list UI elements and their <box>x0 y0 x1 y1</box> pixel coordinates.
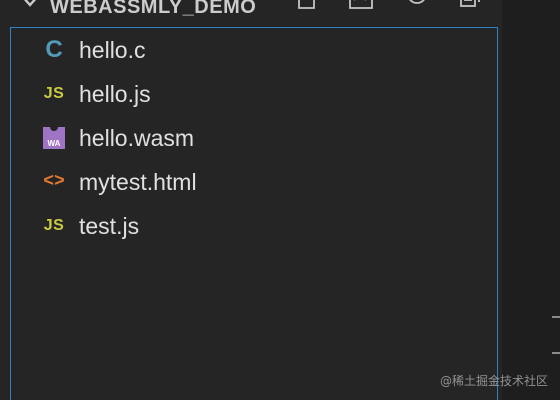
file-label: hello.js <box>79 81 151 107</box>
file-tree: C hello.c JS hello.js WA hello.wasm <> m… <box>10 27 498 400</box>
file-label: hello.wasm <box>79 125 195 151</box>
file-item-hello-js[interactable]: JS hello.js <box>11 72 497 116</box>
js-file-icon: JS <box>41 214 67 238</box>
js-file-icon: JS <box>41 82 67 106</box>
folder-name: WEBASSMLY_DEMO <box>50 0 257 18</box>
new-file-icon[interactable] <box>294 0 322 12</box>
file-label: mytest.html <box>79 169 197 195</box>
html-file-glyph: <> <box>43 172 65 192</box>
js-file-glyph: JS <box>43 85 65 102</box>
file-item-hello-c[interactable]: C hello.c <box>11 28 497 72</box>
collapse-all-icon[interactable] <box>458 0 486 12</box>
explorer-sidebar: WEBASSMLY_DEMO C hello.c JS hello.js WA … <box>0 0 502 400</box>
chevron-down-icon[interactable] <box>20 0 40 8</box>
editor-gutter-mark <box>552 316 560 318</box>
file-item-hello-wasm[interactable]: WA hello.wasm <box>11 116 497 160</box>
c-file-glyph: C <box>45 36 63 63</box>
wasm-file-icon: WA <box>41 126 67 150</box>
folder-header[interactable]: WEBASSMLY_DEMO <box>0 0 502 26</box>
editor-gutter-mark <box>552 352 560 354</box>
refresh-icon[interactable] <box>404 0 432 12</box>
svg-text:WA: WA <box>48 139 61 148</box>
new-folder-icon[interactable] <box>348 0 376 12</box>
js-file-glyph: JS <box>43 217 65 234</box>
c-file-icon: C <box>41 36 67 63</box>
file-item-test-js[interactable]: JS test.js <box>11 204 497 248</box>
file-label: test.js <box>79 213 140 239</box>
watermark: @稀土掘金技术社区 <box>440 374 549 388</box>
html-file-icon: <> <box>41 170 67 194</box>
file-item-mytest-html[interactable]: <> mytest.html <box>11 160 497 204</box>
vscode-window: WEBASSMLY_DEMO C hello.c JS hello.js WA … <box>0 0 560 400</box>
file-label: hello.c <box>79 37 146 63</box>
